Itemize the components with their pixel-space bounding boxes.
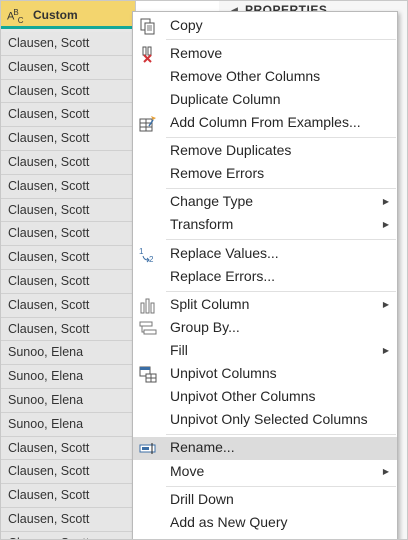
menu-label: Split Column xyxy=(170,296,250,312)
add-column-from-examples-icon xyxy=(139,116,156,132)
menu-item-group-by[interactable]: Group By... xyxy=(133,317,397,340)
grid-cell[interactable]: Sunoo, Elena xyxy=(1,341,135,366)
menu-item-move[interactable]: Move ▶ xyxy=(133,461,397,484)
menu-label: Remove Duplicates xyxy=(170,142,292,158)
menu-separator xyxy=(166,434,396,435)
menu-item-unpivot-columns[interactable]: Unpivot Columns xyxy=(133,363,397,386)
copy-icon xyxy=(140,18,155,35)
menu-separator xyxy=(166,137,396,138)
grid-cell[interactable]: Sunoo, Elena xyxy=(1,365,135,389)
svg-text:2: 2 xyxy=(149,255,154,263)
menu-separator xyxy=(166,39,396,40)
svg-text:1: 1 xyxy=(139,247,144,256)
grid-cell[interactable]: Clausen, Scott xyxy=(1,507,135,532)
menu-item-unpivot-other-columns[interactable]: Unpivot Other Columns xyxy=(133,386,397,409)
column-header-custom[interactable]: ABC Custom xyxy=(1,1,135,29)
menu-label: Drill Down xyxy=(170,491,234,507)
menu-label: Transform xyxy=(170,216,234,232)
menu-separator xyxy=(166,486,396,487)
submenu-arrow-icon: ▶ xyxy=(382,467,389,476)
grid-cell[interactable]: Clausen, Scott xyxy=(1,484,135,508)
grid-cell[interactable]: Clausen, Scott xyxy=(1,436,135,461)
menu-label: Add Column From Examples... xyxy=(170,114,361,130)
menu-label: Copy xyxy=(170,17,203,33)
grid-cell[interactable]: Clausen, Scott xyxy=(1,55,135,80)
remove-column-icon xyxy=(142,46,152,63)
unpivot-columns-icon xyxy=(139,366,157,383)
grid-cell[interactable]: Sunoo, Elena xyxy=(1,412,135,437)
grid-cell[interactable]: Clausen, Scott xyxy=(1,79,135,104)
submenu-arrow-icon: ▶ xyxy=(382,346,389,355)
menu-label: Remove Errors xyxy=(170,165,265,181)
grid-cell[interactable]: Clausen, Scott xyxy=(1,150,135,175)
menu-item-unpivot-only-selected-columns[interactable]: Unpivot Only Selected Columns xyxy=(133,409,397,432)
menu-label: Change Type xyxy=(170,193,254,209)
column-name: Custom xyxy=(33,8,78,22)
grid-cell[interactable]: Clausen, Scott xyxy=(1,198,135,223)
data-grid: ABC Custom Clausen, Scott Clausen, Scott C… xyxy=(1,1,136,539)
submenu-arrow-icon: ▶ xyxy=(382,300,389,309)
menu-item-add-column-from-examples[interactable]: Add Column From Examples... xyxy=(133,112,397,135)
context-menu: Copy Remove Remove Other Columns Duplica… xyxy=(132,11,398,539)
menu-item-replace-errors[interactable]: Replace Errors... xyxy=(133,266,397,289)
menu-label: Unpivot Only Selected Columns xyxy=(170,411,368,427)
submenu-arrow-icon: ▶ xyxy=(382,197,389,206)
grid-cell[interactable]: Clausen, Scott xyxy=(1,32,135,56)
grid-cell[interactable]: Clausen, Scott xyxy=(1,174,135,199)
group-by-icon xyxy=(139,321,157,335)
menu-label: Unpivot Columns xyxy=(170,365,277,381)
app-frame: ABC Custom Clausen, Scott Clausen, Scott C… xyxy=(0,0,408,540)
menu-separator xyxy=(166,239,396,240)
menu-item-rename[interactable]: Rename... xyxy=(133,437,397,460)
grid-cell[interactable]: Clausen, Scott xyxy=(1,317,135,342)
menu-label: Remove xyxy=(170,45,223,61)
text-type-icon[interactable]: ABC xyxy=(7,8,23,25)
menu-label: Remove Other Columns xyxy=(170,68,321,84)
menu-label: Move xyxy=(170,463,205,479)
menu-item-transform[interactable]: Transform ▶ xyxy=(133,214,397,237)
grid-cell[interactable]: Sunoo, Elena xyxy=(1,388,135,413)
menu-label: Rename... xyxy=(170,439,235,455)
menu-item-remove-other-columns[interactable]: Remove Other Columns xyxy=(133,66,397,89)
menu-item-remove[interactable]: Remove xyxy=(133,43,397,66)
grid-cell[interactable]: Clausen, Scott xyxy=(1,531,135,539)
menu-label: Fill xyxy=(170,342,188,358)
menu-separator xyxy=(166,188,396,189)
rename-icon xyxy=(139,443,156,454)
menu-label: Unpivot Other Columns xyxy=(170,388,316,404)
menu-item-replace-values[interactable]: 1 2 Replace Values... xyxy=(133,243,397,266)
menu-item-fill[interactable]: Fill ▶ xyxy=(133,340,397,363)
menu-separator xyxy=(166,291,396,292)
menu-item-drill-down[interactable]: Drill Down xyxy=(133,489,397,512)
grid-cell[interactable]: Clausen, Scott xyxy=(1,127,135,151)
grid-cell[interactable]: Clausen, Scott xyxy=(1,222,135,247)
split-column-icon xyxy=(140,298,155,314)
menu-label: Replace Values... xyxy=(170,245,279,261)
submenu-arrow-icon: ▶ xyxy=(382,220,389,229)
menu-item-remove-errors[interactable]: Remove Errors xyxy=(133,163,397,186)
menu-label: Replace Errors... xyxy=(170,268,276,284)
menu-item-split-column[interactable]: Split Column ▶ xyxy=(133,294,397,317)
menu-label: Group By... xyxy=(170,319,240,335)
grid-cell[interactable]: Clausen, Scott xyxy=(1,293,135,318)
grid-rows: Clausen, Scott Clausen, Scott Clausen, Sco… xyxy=(1,32,135,539)
grid-cell[interactable]: Clausen, Scott xyxy=(1,103,135,128)
replace-values-icon: 1 2 xyxy=(139,247,154,263)
grid-cell[interactable]: Clausen, Scott xyxy=(1,269,135,294)
menu-item-copy[interactable]: Copy xyxy=(133,15,397,38)
grid-cell[interactable]: Clausen, Scott xyxy=(1,460,135,485)
menu-label: Add as New Query xyxy=(170,514,288,530)
menu-item-change-type[interactable]: Change Type ▶ xyxy=(133,191,397,214)
menu-item-remove-duplicates[interactable]: Remove Duplicates xyxy=(133,140,397,163)
grid-cell[interactable]: Clausen, Scott xyxy=(1,246,135,270)
menu-item-duplicate-column[interactable]: Duplicate Column xyxy=(133,89,397,112)
menu-item-add-as-new-query[interactable]: Add as New Query xyxy=(133,512,397,535)
menu-label: Duplicate Column xyxy=(170,91,281,107)
